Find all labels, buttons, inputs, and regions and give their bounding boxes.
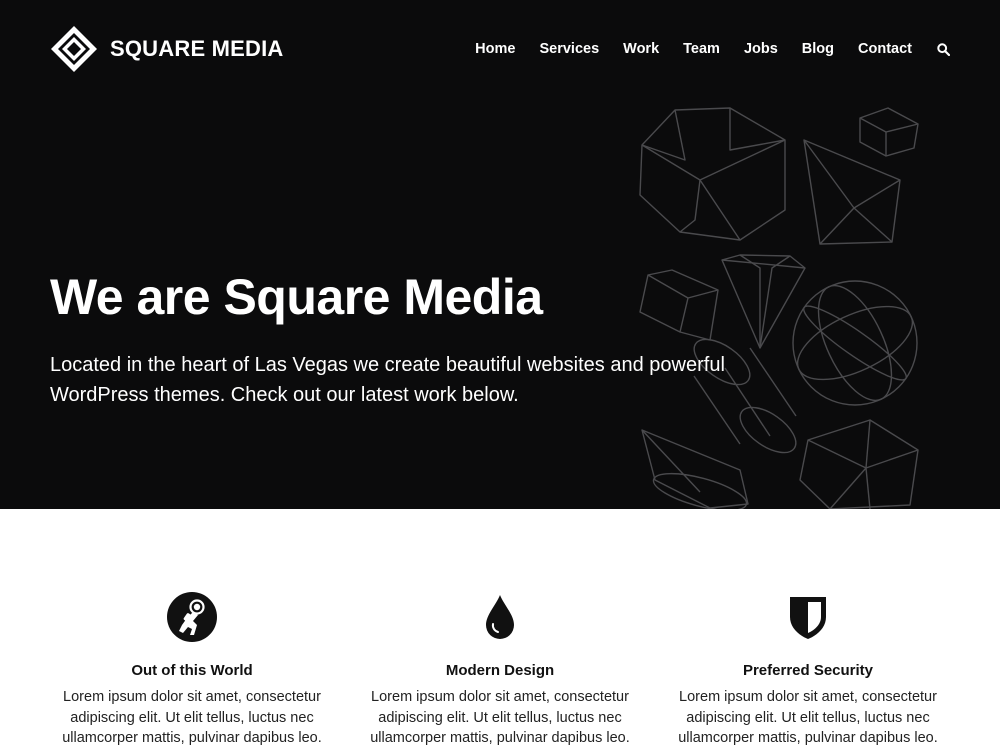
cone-shape — [641, 429, 749, 509]
feature-text: Lorem ipsum dolor sit amet, consectetur … — [62, 689, 322, 746]
geometric-shapes-illustration — [630, 100, 1000, 509]
nav-blog[interactable]: Blog — [802, 41, 834, 57]
hero-section: SQUARE MEDIA Home Services Work Team Job… — [0, 0, 1000, 509]
search-icon[interactable] — [937, 42, 950, 56]
hero-title: We are Square Media — [50, 269, 543, 325]
middle-cube-shape — [639, 269, 719, 341]
site-logo[interactable]: SQUARE MEDIA — [50, 25, 284, 73]
feature-text: Lorem ipsum dolor sit amet, consectetur … — [370, 689, 630, 746]
feature-title: Preferred Security — [742, 662, 874, 679]
nav-work[interactable]: Work — [623, 41, 659, 57]
feature-title: Out of this World — [131, 662, 253, 679]
feature-text: Lorem ipsum dolor sit amet, consectetur … — [678, 689, 938, 746]
hero-subtitle: Located in the heart of Las Vegas we cre… — [50, 354, 725, 406]
small-cube-shape — [859, 107, 919, 157]
nav-home[interactable]: Home — [475, 41, 515, 57]
polyhedron-shape — [639, 107, 786, 241]
nav-jobs[interactable]: Jobs — [744, 41, 778, 57]
bottom-polyhedron-shape — [799, 419, 919, 509]
logo-text: SQUARE MEDIA — [110, 36, 284, 61]
nav-team[interactable]: Team — [683, 41, 720, 57]
diamond-shape — [721, 254, 806, 349]
astronaut-icon — [167, 592, 217, 642]
site-header: SQUARE MEDIA Home Services Work Team Job… — [0, 0, 1000, 100]
water-drop-icon — [486, 595, 514, 639]
features-section: Out of this World Lorem ipsum dolor sit … — [0, 509, 1000, 750]
shield-icon — [790, 597, 826, 639]
feature-modern-design: Modern Design Lorem ipsum dolor sit amet… — [350, 591, 650, 749]
feature-preferred-security: Preferred Security Lorem ipsum dolor sit… — [658, 591, 958, 749]
nav-contact[interactable]: Contact — [858, 41, 912, 57]
feature-title: Modern Design — [445, 662, 555, 679]
square-diamond-logo-icon — [51, 26, 97, 72]
main-nav: Home Services Work Team Jobs Blog Contac… — [475, 38, 950, 60]
nav-services[interactable]: Services — [539, 41, 599, 57]
feature-out-of-this-world: Out of this World Lorem ipsum dolor sit … — [42, 591, 342, 749]
